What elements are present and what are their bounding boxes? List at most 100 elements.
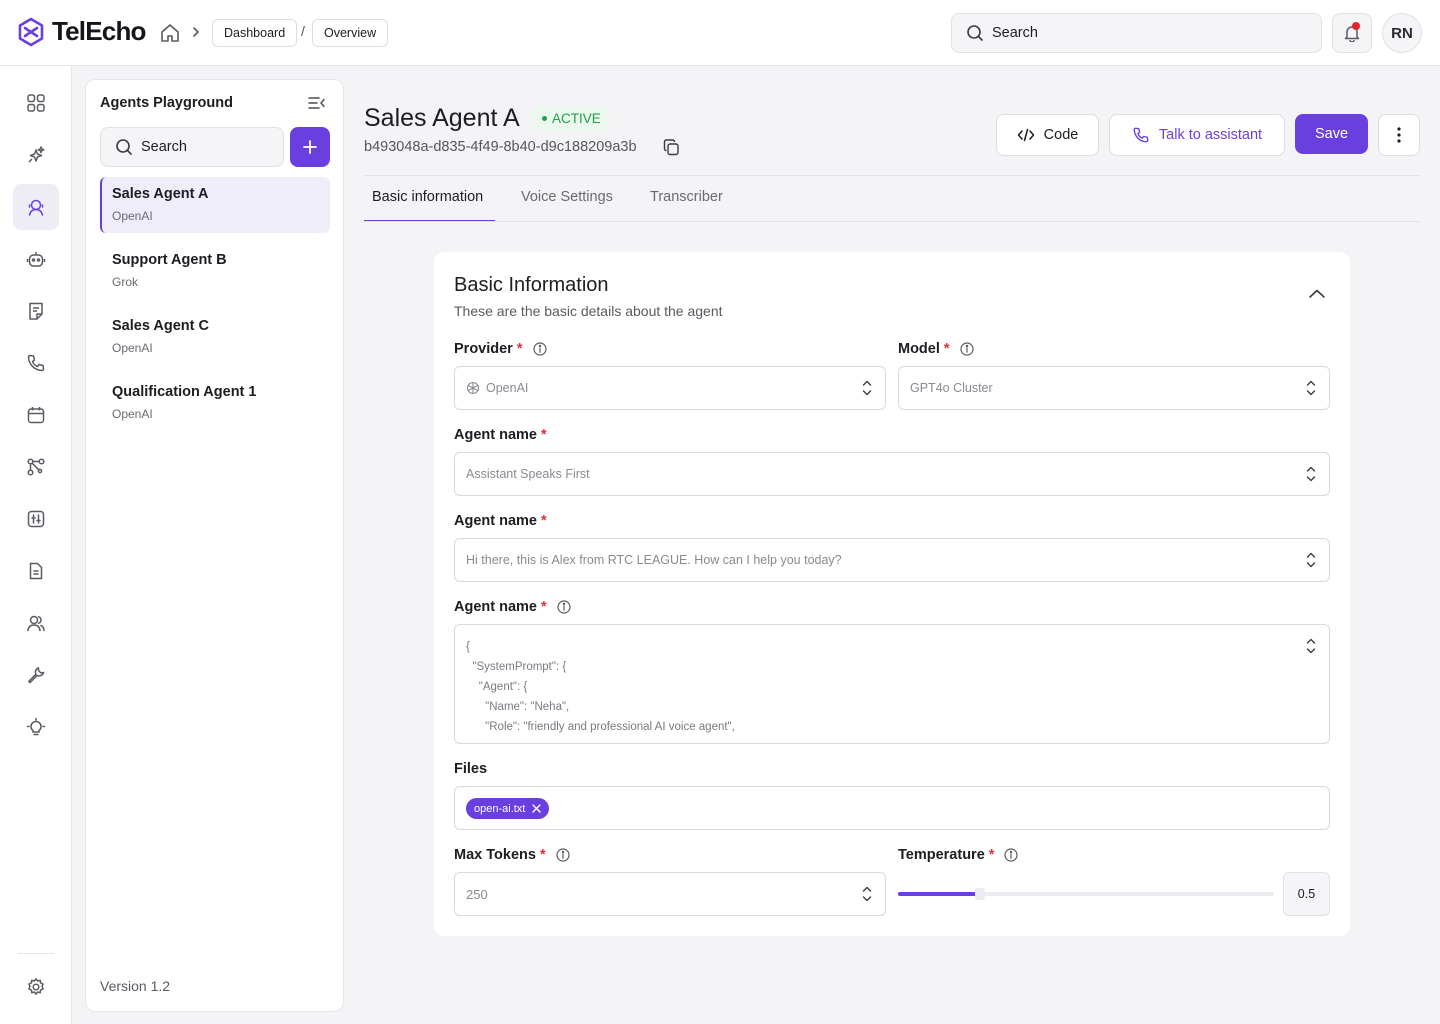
agent-search-placeholder: Search <box>141 139 187 155</box>
max-tokens-stepper[interactable]: 250 <box>454 872 886 916</box>
tab-transcriber[interactable]: Transcriber <box>650 189 723 222</box>
phone-icon <box>1133 127 1149 143</box>
code-icon <box>1017 128 1034 142</box>
file-chip-name: open-ai.txt <box>474 802 526 815</box>
temperature-value[interactable]: 0.5 <box>1283 872 1330 916</box>
sparkles-icon <box>28 146 45 163</box>
agent-list-item[interactable]: Sales Agent A OpenAI <box>100 177 330 233</box>
agent-search-input[interactable]: Search <box>100 127 284 167</box>
agent-list-item[interactable]: Sales Agent C OpenAI <box>100 309 330 365</box>
rail-item-users[interactable] <box>13 600 59 646</box>
card-subtitle: These are the basic details about the ag… <box>454 303 723 319</box>
rail-item-documents[interactable] <box>13 288 59 334</box>
header-divider <box>364 175 1420 176</box>
first-message-mode-value: Assistant Speaks First <box>466 467 590 481</box>
agent-list-name: Support Agent B <box>112 252 227 268</box>
model-label: Model * <box>898 341 974 357</box>
collapse-panel-icon[interactable] <box>308 95 326 111</box>
top-bar: TelEcho Dashboard / Overview Search RN <box>0 0 1440 66</box>
rail-item-tools[interactable] <box>13 652 59 698</box>
rail-item-calls[interactable] <box>13 340 59 386</box>
plus-icon <box>303 140 317 154</box>
rail-item-files[interactable] <box>13 548 59 594</box>
lightbulb-icon <box>26 717 46 736</box>
more-options-button[interactable] <box>1378 114 1420 156</box>
agent-list-item[interactable]: Support Agent B Grok <box>100 243 330 299</box>
code-button-label: Code <box>1043 127 1079 143</box>
temperature-label-text: Temperature <box>898 847 985 863</box>
close-icon[interactable] <box>532 804 542 813</box>
provider-select-value: OpenAI <box>466 367 528 409</box>
info-icon[interactable] <box>532 342 547 356</box>
agent-list-item[interactable]: Qualification Agent 1 OpenAI <box>100 375 330 431</box>
provider-select[interactable]: OpenAI <box>454 366 886 410</box>
prompt-line: { <box>466 641 470 653</box>
copy-icon[interactable] <box>663 139 680 156</box>
rail-item-calendar[interactable] <box>13 392 59 438</box>
prompt-line: "Name": "Neha", <box>466 701 570 713</box>
card-title: Basic Information <box>454 274 609 296</box>
app-logo[interactable]: TelEcho <box>16 16 146 47</box>
rail-item-workflows[interactable] <box>13 444 59 490</box>
temperature-label: Temperature * <box>898 847 1019 863</box>
temperature-slider[interactable] <box>898 888 1274 900</box>
tab-voice-settings[interactable]: Voice Settings <box>521 189 613 222</box>
agent-list-provider: Grok <box>112 275 139 289</box>
provider-label-text: Provider <box>454 341 513 357</box>
rail-item-dashboard[interactable] <box>13 80 59 126</box>
add-agent-button[interactable] <box>290 127 330 167</box>
rail-divider <box>18 953 54 954</box>
save-button[interactable]: Save <box>1295 114 1368 154</box>
max-tokens-label: Max Tokens * <box>454 847 570 863</box>
rail-item-ai[interactable] <box>13 132 59 178</box>
system-prompt-label: Agent name * <box>454 599 571 615</box>
rail-item-ideas[interactable] <box>13 704 59 750</box>
temperature-slider-handle[interactable] <box>974 888 985 900</box>
agent-list-provider: OpenAI <box>112 209 153 223</box>
document-icon <box>29 302 43 320</box>
breadcrumb-separator: / <box>301 23 305 39</box>
code-button[interactable]: Code <box>996 114 1099 156</box>
rail-item-controls[interactable] <box>13 496 59 542</box>
rail-item-agents[interactable] <box>13 184 59 230</box>
info-icon[interactable] <box>1004 848 1019 862</box>
chevron-updown-icon <box>1306 466 1316 482</box>
chevron-updown-icon[interactable] <box>862 885 872 903</box>
agent-id: b493048a-d835-4f49-8b40-d9c188209a3b <box>364 139 637 155</box>
page-title: Sales Agent A <box>364 104 520 132</box>
rail-item-bots[interactable] <box>13 236 59 282</box>
global-search-input[interactable]: Search <box>951 13 1322 53</box>
file-chip[interactable]: open-ai.txt <box>466 798 550 819</box>
provider-label: Provider * <box>454 341 547 357</box>
tab-basic-information[interactable]: Basic information <box>364 189 495 222</box>
breadcrumb-overview[interactable]: Overview <box>312 19 389 47</box>
agent-list-name: Sales Agent A <box>112 186 209 202</box>
version-label: Version 1.2 <box>100 978 171 994</box>
info-icon[interactable] <box>555 848 570 862</box>
user-avatar[interactable]: RN <box>1382 13 1422 53</box>
system-prompt-textarea[interactable]: { "SystemPrompt": { "Agent": { "Name": "… <box>454 624 1330 744</box>
files-dropzone[interactable]: open-ai.txt <box>454 786 1330 830</box>
info-icon[interactable] <box>557 600 571 614</box>
first-message-mode-select[interactable]: Assistant Speaks First <box>454 452 1330 496</box>
chevron-up-icon[interactable] <box>1308 288 1326 300</box>
agent-list-provider: OpenAI <box>112 407 153 421</box>
rail-item-settings[interactable] <box>13 964 59 1010</box>
grid-icon <box>27 94 45 112</box>
notifications-button[interactable] <box>1332 13 1372 53</box>
files-label: Files <box>454 761 487 777</box>
settings-icon <box>28 978 44 995</box>
info-icon[interactable] <box>959 342 974 356</box>
model-value: GPT4o Cluster <box>910 381 993 395</box>
agent-list-name: Qualification Agent 1 <box>112 384 257 400</box>
first-message-mode-label: Agent name * <box>454 427 547 443</box>
calendar-icon <box>27 407 45 424</box>
talk-to-assistant-button[interactable]: Talk to assistant <box>1109 114 1285 156</box>
files-label-text: Files <box>454 761 488 777</box>
breadcrumb-dashboard[interactable]: Dashboard <box>212 19 298 47</box>
search-icon <box>116 139 132 155</box>
home-icon[interactable] <box>159 22 181 44</box>
model-select[interactable]: GPT4o Cluster <box>898 366 1330 410</box>
icon-rail <box>0 66 72 1024</box>
first-message-field[interactable]: Hi there, this is Alex from RTC LEAGUE. … <box>454 538 1330 582</box>
